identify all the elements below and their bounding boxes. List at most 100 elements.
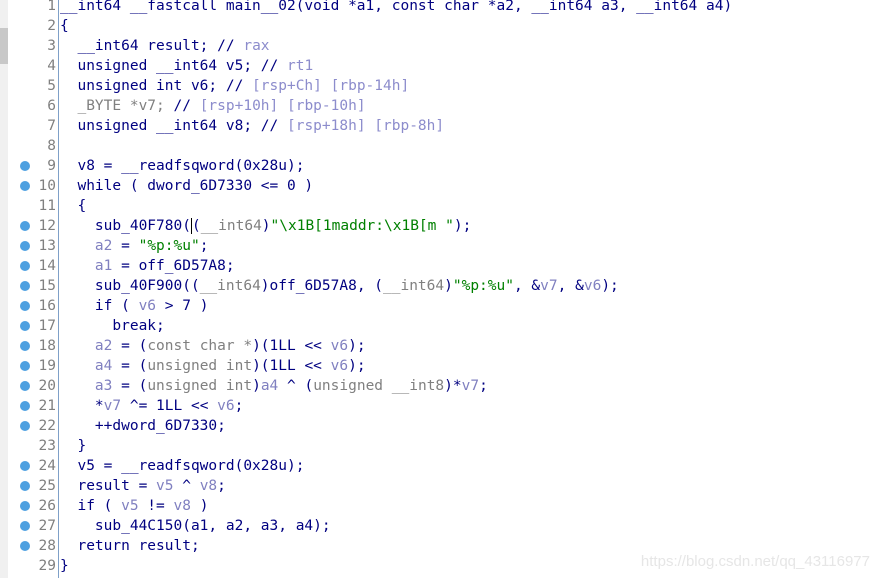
code-token: a2 — [60, 238, 113, 254]
code-token: )off_6D57A8, ( — [260, 278, 384, 294]
code-token: const char * — [147, 338, 253, 354]
code-token: = ( — [112, 358, 148, 374]
code-line[interactable]: 1 __int64 __fastcall main__02(void *a1, c… — [0, 0, 880, 16]
code-token: ; — [234, 398, 244, 414]
code-token: break; — [60, 318, 165, 334]
code-token: if ( — [60, 298, 139, 314]
line-number: 16 — [38, 298, 56, 314]
code-token: return result; — [60, 538, 200, 554]
code-token: { — [60, 198, 87, 214]
code-token: ; — [217, 478, 226, 494]
line-number: 5 — [47, 78, 56, 94]
line-number: 20 — [38, 378, 56, 394]
line-number: 12 — [38, 218, 56, 234]
line-number: 22 — [38, 418, 56, 434]
code-line[interactable]: 7 unsigned __int64 v8; // [rsp+18h] [rbp… — [0, 116, 880, 136]
code-token: unsigned __int8 — [313, 378, 445, 394]
code-text: sub_44C150(a1, a2, a3, a4); — [60, 516, 331, 536]
code-text: if ( v6 > 7 ) — [60, 296, 209, 316]
code-line[interactable]: 13 a2 = "%p:%u"; — [0, 236, 880, 256]
code-token: unsigned __int64 v5; // — [60, 58, 279, 74]
code-token: ); — [601, 278, 619, 294]
code-token: = ( — [112, 378, 148, 394]
code-line[interactable]: 18 a2 = (const char *)(1LL << v6); — [0, 336, 880, 356]
code-token: } — [60, 558, 69, 574]
code-line[interactable]: 25 result = v5 ^ v8; — [0, 476, 880, 496]
code-text: { — [60, 196, 86, 216]
code-line[interactable]: 12 sub_40F780((__int64)"\x1B[1maddr:\x1B… — [0, 216, 880, 236]
code-line[interactable]: 20 a3 = (unsigned int)a4 ^ (unsigned __i… — [0, 376, 880, 396]
line-number: 13 — [38, 238, 56, 254]
code-token: [rsp+18h] [rbp-8h] — [278, 118, 445, 134]
code-line[interactable]: 14 a1 = off_6D57A8; — [0, 256, 880, 276]
code-text: a1 = off_6D57A8; — [60, 256, 235, 276]
code-line[interactable]: 17 break; — [0, 316, 880, 336]
code-token: > 7 ) — [156, 298, 209, 314]
line-number: 14 — [38, 258, 56, 274]
code-token: __int64 __fastcall main__02(void *a1, co… — [60, 0, 733, 14]
code-text: sub_40F780((__int64)"\x1B[1maddr:\x1B[m … — [60, 216, 471, 236]
code-text: _BYTE *v7; // [rsp+10h] [rbp-10h] — [60, 96, 366, 116]
code-text: v5 = __readfsqword(0x28u); — [60, 456, 304, 476]
code-token: ) — [190, 498, 209, 514]
code-line[interactable]: 6 _BYTE *v7; // [rsp+10h] [rbp-10h] — [0, 96, 880, 116]
code-token: != — [138, 498, 174, 514]
line-number: 17 — [38, 318, 56, 334]
code-token: ++dword_6D7330; — [60, 418, 226, 434]
code-token: a4 — [60, 358, 113, 374]
code-token: ) — [261, 218, 271, 234]
code-token: ); — [453, 218, 472, 234]
code-token: sub_40F780( — [60, 218, 191, 234]
code-line[interactable]: 11 { — [0, 196, 880, 216]
code-line[interactable]: 9 v8 = __readfsqword(0x28u); — [0, 156, 880, 176]
line-number: 1 — [47, 0, 56, 14]
code-line[interactable]: 10 while ( dword_6D7330 <= 0 ) — [0, 176, 880, 196]
code-line[interactable]: 8 — [0, 136, 880, 156]
code-token: )(1LL << — [252, 358, 331, 374]
code-line[interactable]: 23 } — [0, 436, 880, 456]
code-token: unsigned int v6; // — [60, 78, 244, 94]
line-number: 25 — [38, 478, 56, 494]
code-token: { — [60, 18, 69, 34]
code-token: ); — [348, 338, 366, 354]
code-token: unsigned __int64 v8; // — [60, 118, 279, 134]
code-token: _BYTE *v7; — [60, 98, 165, 114]
code-line[interactable]: 4 unsigned __int64 v5; // rt1 — [0, 56, 880, 76]
line-number: 26 — [38, 498, 56, 514]
code-line[interactable]: 27 sub_44C150(a1, a2, a3, a4); — [0, 516, 880, 536]
code-token: [rsp+10h] [rbp-10h] — [190, 98, 366, 114]
code-line[interactable]: 22 ++dword_6D7330; — [0, 416, 880, 436]
code-line[interactable]: 16 if ( v6 > 7 ) — [0, 296, 880, 316]
code-text: *v7 ^= 1LL << v6; — [60, 396, 243, 416]
code-text: a2 = (const char *)(1LL << v6); — [60, 336, 366, 356]
code-line[interactable]: 5 unsigned int v6; // [rsp+Ch] [rbp-14h] — [0, 76, 880, 96]
code-token: unsigned int — [147, 358, 253, 374]
code-token: v7 — [103, 398, 122, 414]
watermark: https://blog.csdn.net/qq_43116977 — [640, 553, 870, 570]
code-line[interactable]: 3 __int64 result; // rax — [0, 36, 880, 56]
code-token: ) — [252, 378, 261, 394]
code-text: if ( v5 != v8 ) — [60, 496, 208, 516]
code-token: v8 — [173, 498, 191, 514]
code-text: unsigned __int64 v8; // [rsp+18h] [rbp-8… — [60, 116, 444, 136]
line-number: 4 — [47, 58, 56, 74]
code-token: v7 — [461, 378, 480, 394]
code-text: a4 = (unsigned int)(1LL << v6); — [60, 356, 366, 376]
code-line[interactable]: 2{ — [0, 16, 880, 36]
code-token: ; — [479, 378, 488, 394]
line-number: 10 — [38, 178, 56, 194]
code-token: a3 — [60, 378, 113, 394]
line-number: 27 — [38, 518, 56, 534]
code-line[interactable]: 24 v5 = __readfsqword(0x28u); — [0, 456, 880, 476]
pseudocode-view[interactable]: 1 __int64 __fastcall main__02(void *a1, c… — [0, 0, 880, 576]
code-token: } — [60, 438, 87, 454]
code-line[interactable]: 21 *v7 ^= 1LL << v6; — [0, 396, 880, 416]
code-token: ^ ( — [278, 378, 314, 394]
code-token: // — [164, 98, 191, 114]
code-token: rt1 — [278, 58, 314, 74]
code-line[interactable]: 26 if ( v5 != v8 ) — [0, 496, 880, 516]
code-token: sub_44C150(a1, a2, a3, a4); — [60, 518, 331, 534]
code-line[interactable]: 19 a4 = (unsigned int)(1LL << v6); — [0, 356, 880, 376]
code-token: ; — [199, 238, 209, 254]
code-line[interactable]: 15 sub_40F900((__int64)off_6D57A8, (__in… — [0, 276, 880, 296]
